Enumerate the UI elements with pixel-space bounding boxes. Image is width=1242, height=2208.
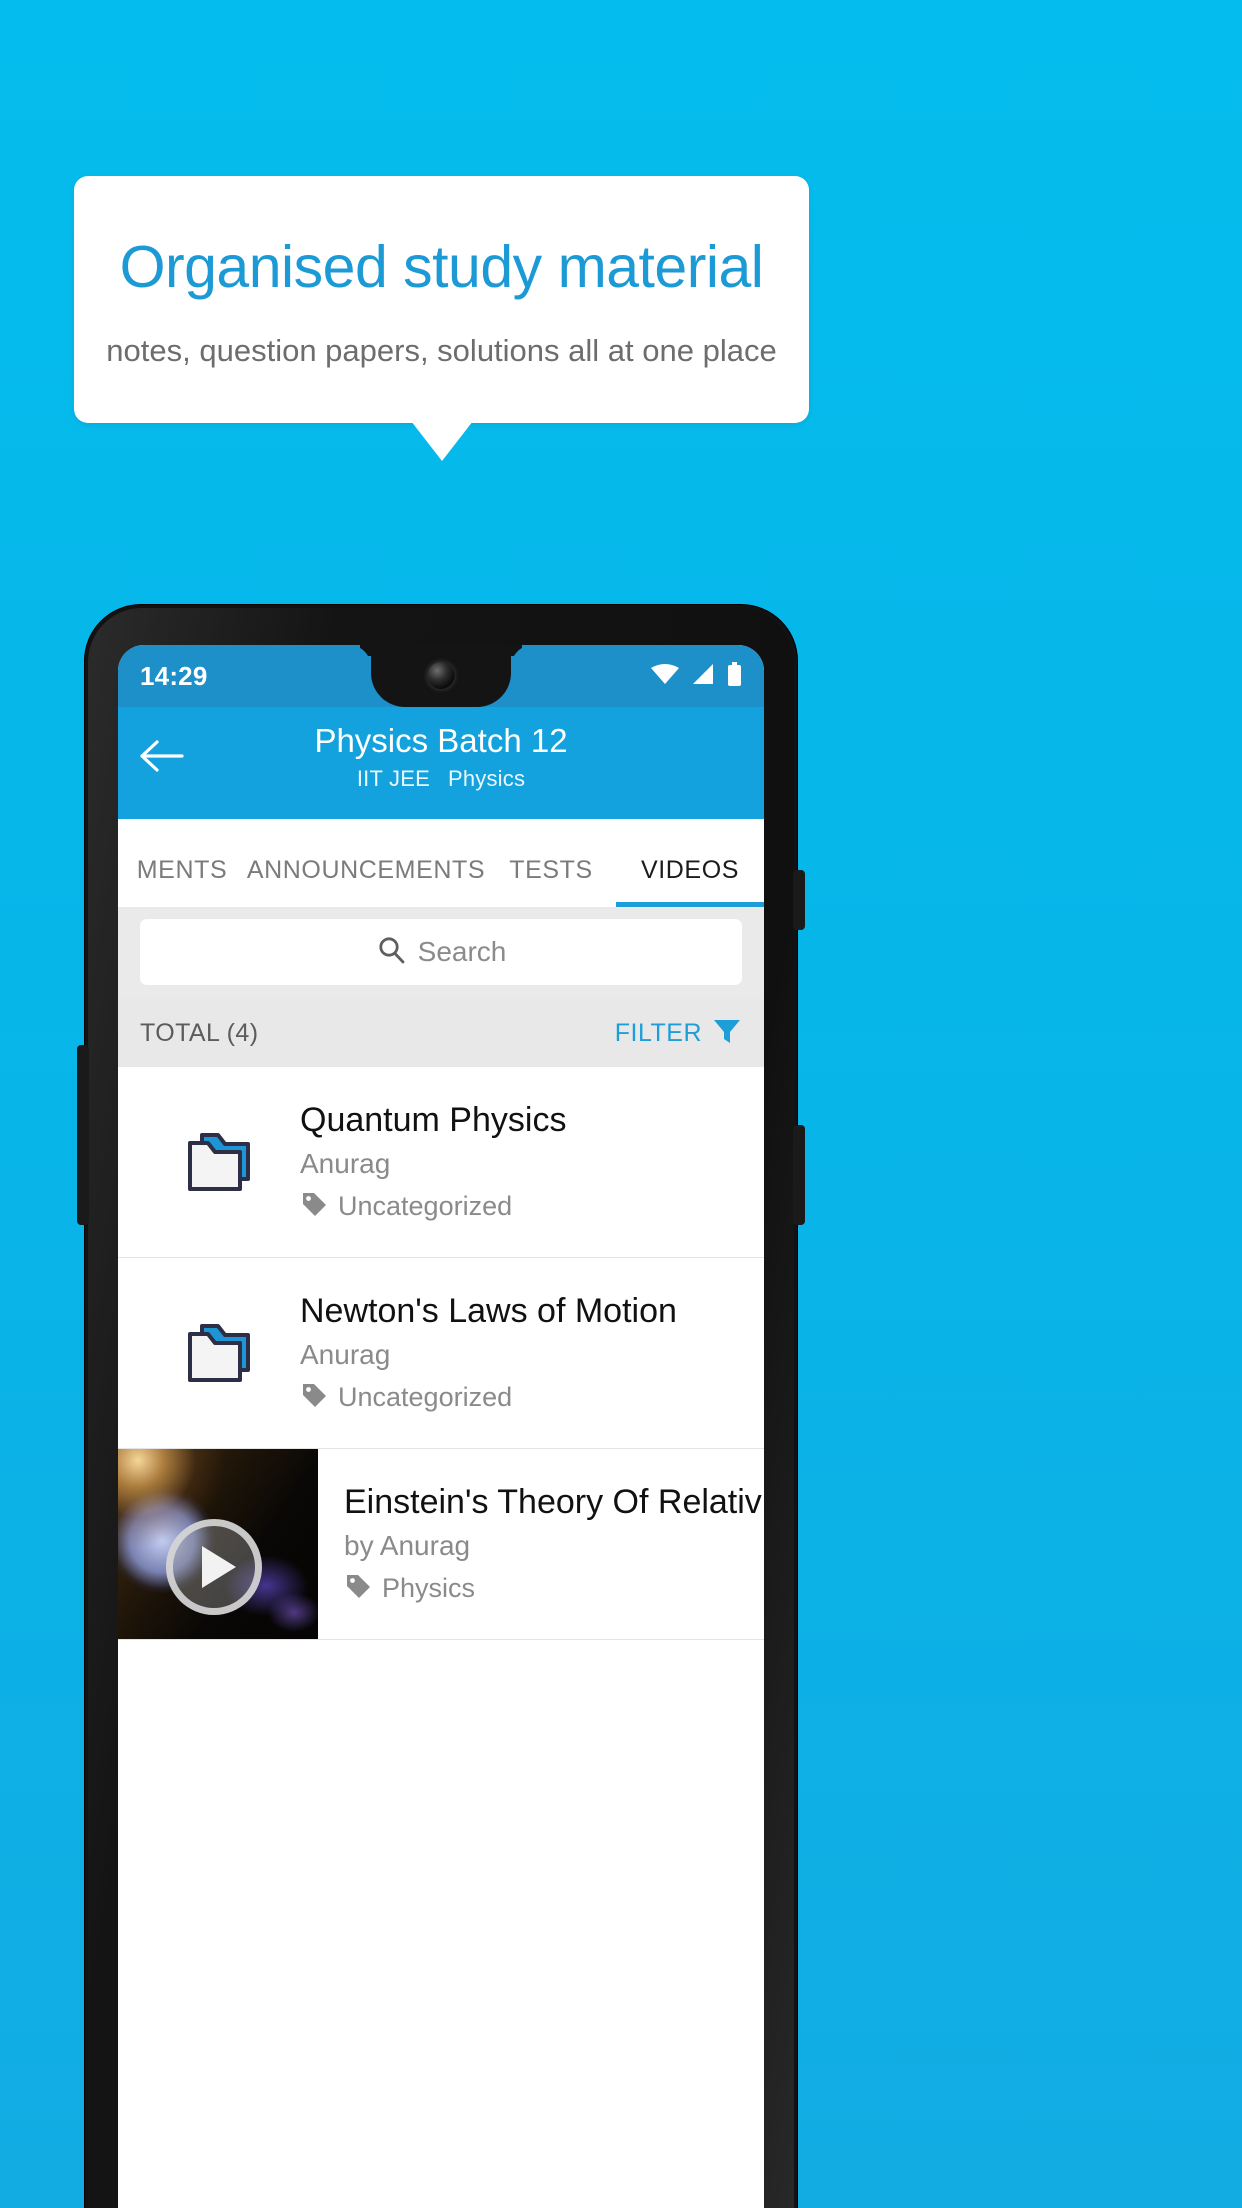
list-item-author: Anurag	[300, 1148, 391, 1180]
video-thumbnail[interactable]	[118, 1449, 318, 1640]
phone-power-button	[793, 870, 805, 930]
back-arrow-icon[interactable]	[140, 739, 184, 773]
play-triangle	[202, 1545, 236, 1588]
app-bar-exam: IIT JEE	[356, 765, 430, 791]
search-area: Search	[118, 907, 764, 999]
folder-icon	[140, 1129, 300, 1195]
tag-icon	[344, 1572, 372, 1605]
list-item-tag: Physics	[344, 1572, 742, 1605]
wifi-icon	[651, 663, 679, 690]
tab-active-indicator	[616, 902, 764, 907]
list-item-title: Newton's Laws of Motion	[300, 1292, 677, 1331]
tab-bar: MENTS ANNOUNCEMENTS TESTS VIDEOS	[118, 819, 764, 907]
filter-button[interactable]: FILTER	[615, 1016, 742, 1051]
list-item-title: Quantum Physics	[300, 1101, 567, 1139]
phone-mockup: 14:29 Physics Batch 12 IIT JEE Physics M…	[77, 605, 805, 2208]
phone-side-button-left	[77, 1045, 89, 1225]
phone-volume-button	[793, 1125, 805, 1225]
search-icon	[376, 935, 406, 970]
app-bar: Physics Batch 12 IIT JEE Physics	[118, 707, 764, 819]
tab-assignments[interactable]: MENTS	[118, 856, 246, 907]
list-item[interactable]: Newton's Laws of Motion Anurag Uncategor…	[118, 1258, 764, 1450]
tab-videos[interactable]: VIDEOS	[616, 856, 764, 907]
list-item-author: by Anurag	[344, 1530, 471, 1562]
list-item-tag-label: Physics	[382, 1573, 476, 1604]
list-item-tag: Uncategorized	[300, 1381, 742, 1414]
app-bar-subtitle: IIT JEE Physics	[118, 766, 764, 792]
tab-announcements[interactable]: ANNOUNCEMENTS	[246, 856, 486, 907]
status-icons	[651, 661, 742, 691]
promo-title: Organised study material	[119, 234, 764, 300]
search-placeholder: Search	[417, 936, 507, 967]
list-item-title: Einstein's Theory Of Relativity	[344, 1483, 764, 1522]
list-item[interactable]: Quantum Physics Anurag Uncategorized	[118, 1067, 764, 1259]
list-item-tag-label: Uncategorized	[338, 1191, 513, 1222]
signal-icon	[691, 663, 715, 690]
total-count-label: TOTAL (4)	[140, 1018, 259, 1047]
list-item[interactable]: Einstein's Theory Of Relativity by Anura…	[118, 1449, 764, 1641]
promo-card-tail	[411, 421, 473, 461]
tab-tests[interactable]: TESTS	[486, 856, 616, 907]
folder-icon	[140, 1320, 300, 1386]
status-time: 14:29	[140, 660, 208, 691]
list-item-author: Anurag	[300, 1339, 391, 1371]
promo-card: Organised study material notes, question…	[74, 176, 809, 423]
list-meta-row: TOTAL (4) FILTER	[118, 999, 764, 1067]
tag-icon	[300, 1190, 328, 1223]
front-camera-icon	[427, 662, 455, 689]
phone-screen: 14:29 Physics Batch 12 IIT JEE Physics M…	[118, 645, 764, 2208]
page-title: Physics Batch 12	[314, 722, 568, 759]
battery-icon	[727, 661, 742, 691]
list-item-text: Einstein's Theory Of Relativity by Anura…	[318, 1449, 764, 1639]
promo-subtitle: notes, question papers, solutions all at…	[106, 333, 777, 368]
list-item-text: Newton's Laws of Motion Anurag Uncategor…	[300, 1292, 742, 1414]
app-bar-subject: Physics	[447, 765, 526, 791]
material-list: Quantum Physics Anurag Uncategorized New…	[118, 1067, 764, 1641]
list-item-text: Quantum Physics Anurag Uncategorized	[300, 1101, 742, 1223]
tab-videos-label: VIDEOS	[640, 856, 740, 884]
list-item-tag-label: Uncategorized	[338, 1382, 513, 1413]
filter-funnel-icon	[712, 1016, 742, 1051]
play-icon[interactable]	[166, 1518, 262, 1615]
list-item-tag: Uncategorized	[300, 1190, 742, 1223]
filter-label: FILTER	[614, 1018, 702, 1047]
tag-icon	[300, 1381, 328, 1414]
search-input[interactable]: Search	[140, 919, 742, 985]
